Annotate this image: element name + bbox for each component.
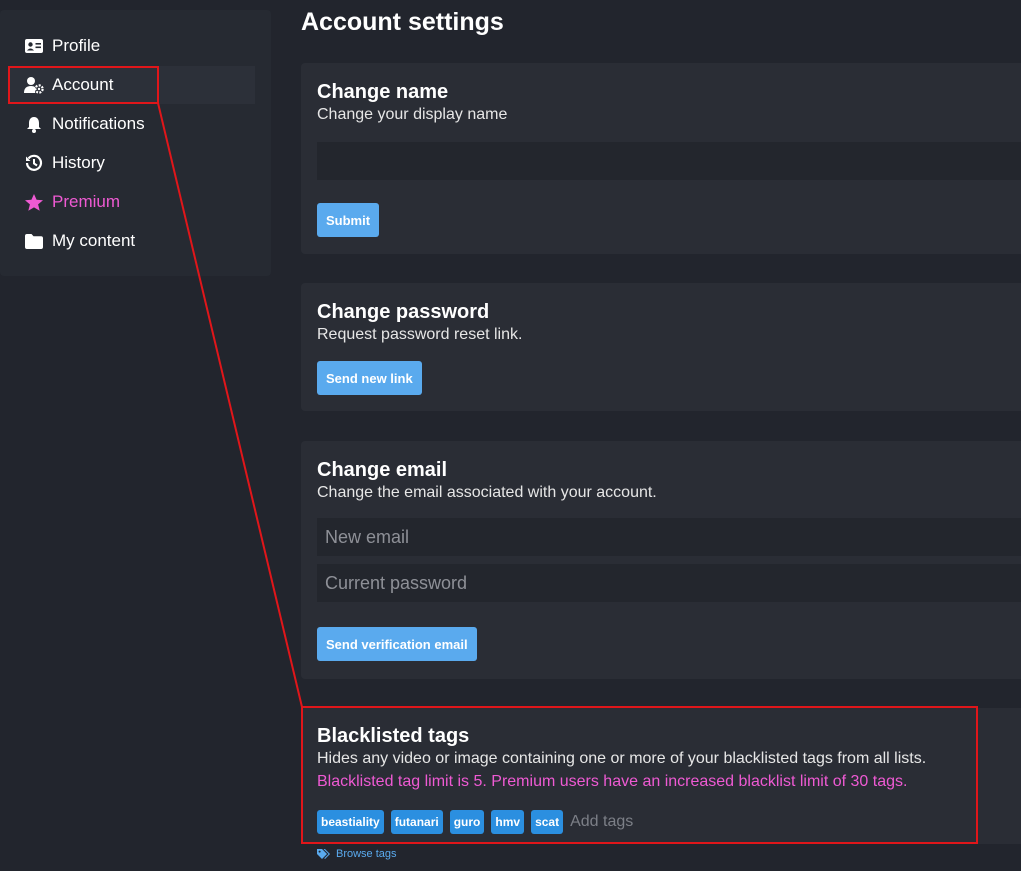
star-icon bbox=[24, 192, 44, 212]
tag-chip[interactable]: scat bbox=[531, 810, 564, 834]
change-email-description: Change the email associated with your ac… bbox=[317, 484, 657, 501]
blacklisted-tags-card: Blacklisted tags Hides any video or imag… bbox=[301, 708, 1021, 844]
blacklisted-tags-description: Hides any video or image containing one … bbox=[317, 750, 927, 767]
tags-icon bbox=[317, 849, 330, 859]
tag-chip[interactable]: guro bbox=[449, 810, 485, 834]
change-name-title: Change name bbox=[317, 81, 449, 103]
current-password-input[interactable] bbox=[317, 564, 1021, 602]
page-title: Account settings bbox=[301, 8, 504, 36]
change-email-card: Change email Change the email associated… bbox=[301, 441, 1021, 679]
change-name-description: Change your display name bbox=[317, 106, 508, 123]
tag-chip[interactable]: hmv bbox=[491, 810, 525, 834]
sidebar-item-label: History bbox=[52, 153, 105, 172]
user-gear-icon bbox=[24, 75, 44, 95]
change-email-title: Change email bbox=[317, 459, 448, 481]
sidebar-item-label: Profile bbox=[52, 36, 101, 55]
add-tags-input[interactable] bbox=[570, 813, 691, 831]
change-password-title: Change password bbox=[317, 301, 490, 323]
submit-button[interactable]: Submit bbox=[317, 203, 380, 237]
tag-chip[interactable]: beastiality bbox=[317, 810, 384, 834]
folder-icon bbox=[24, 231, 44, 251]
tag-chip[interactable]: futanari bbox=[390, 810, 443, 834]
browse-tags-label: Browse tags bbox=[336, 848, 397, 860]
sidebar-item-account[interactable]: Account bbox=[10, 66, 255, 104]
sidebar-item-profile[interactable]: Profile bbox=[10, 27, 255, 65]
sidebar-item-label: Premium bbox=[52, 192, 121, 211]
sidebar-item-history[interactable]: History bbox=[10, 144, 255, 182]
blacklist-limit-note: Blacklisted tag limit is 5. Premium user… bbox=[317, 773, 908, 790]
send-new-link-button[interactable]: Send new link bbox=[317, 361, 422, 395]
sidebar: Profile Account Notifications History Pr… bbox=[0, 10, 271, 276]
change-password-card: Change password Request password reset l… bbox=[301, 283, 1021, 411]
sidebar-item-premium[interactable]: Premium bbox=[10, 183, 255, 221]
sidebar-item-label: Account bbox=[52, 75, 114, 94]
sidebar-item-label: My content bbox=[52, 231, 136, 250]
browse-tags-link[interactable]: Browse tags bbox=[317, 848, 397, 860]
tag-list: beastiality futanari guro hmv scat bbox=[317, 810, 691, 834]
change-password-description: Request password reset link. bbox=[317, 326, 523, 343]
sidebar-item-my-content[interactable]: My content bbox=[10, 222, 255, 260]
blacklisted-tags-title: Blacklisted tags bbox=[317, 725, 470, 747]
id-card-icon bbox=[24, 36, 44, 56]
sidebar-item-notifications[interactable]: Notifications bbox=[10, 105, 255, 143]
new-email-input[interactable] bbox=[317, 518, 1021, 556]
sidebar-item-label: Notifications bbox=[52, 114, 145, 133]
display-name-input[interactable] bbox=[317, 142, 1021, 180]
change-name-card: Change name Change your display name Sub… bbox=[301, 63, 1021, 254]
bell-icon bbox=[24, 114, 44, 134]
history-icon bbox=[24, 153, 44, 173]
send-verification-email-button[interactable]: Send verification email bbox=[317, 627, 477, 661]
